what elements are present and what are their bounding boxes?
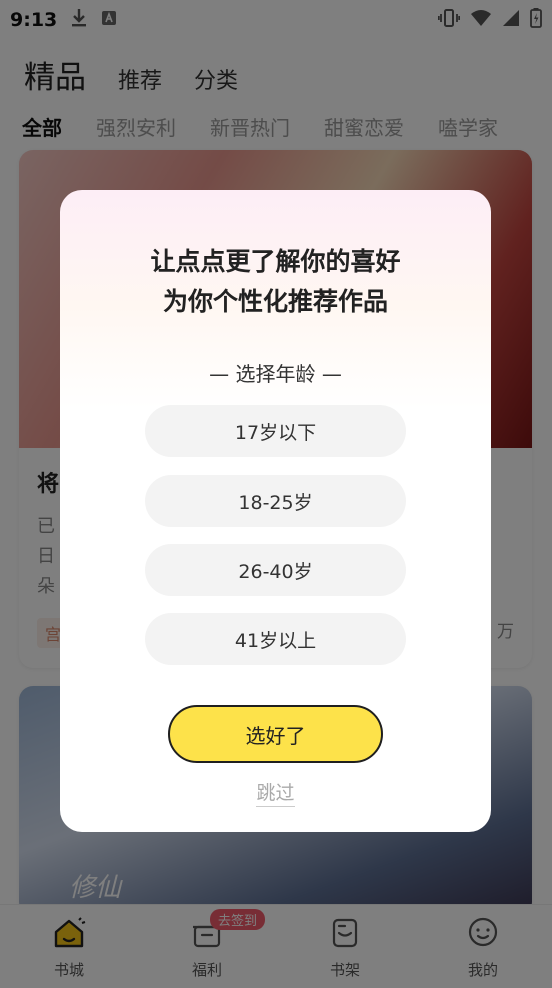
confirm-button[interactable]: 选好了 [168,705,383,763]
skip-link-wrapper: 跳过 [60,778,491,807]
dialog-subtitle: — 选择年龄 — [209,362,342,386]
skip-link[interactable]: 跳过 [256,782,295,807]
age-option-18-25[interactable]: 18-25岁 [145,475,406,527]
age-option-over-41[interactable]: 41岁以上 [145,613,406,665]
age-option-26-40[interactable]: 26-40岁 [145,544,406,596]
age-preference-dialog: 让点点更了解你的喜好 为你个性化推荐作品 — 选择年龄 — 17岁以下 18-2… [60,190,491,832]
dialog-title-line: 让点点更了解你的喜好 [150,247,401,276]
dialog-title: 让点点更了解你的喜好 为你个性化推荐作品 [60,242,491,322]
dialog-title-line: 为你个性化推荐作品 [162,287,388,316]
age-option-under-17[interactable]: 17岁以下 [145,405,406,457]
